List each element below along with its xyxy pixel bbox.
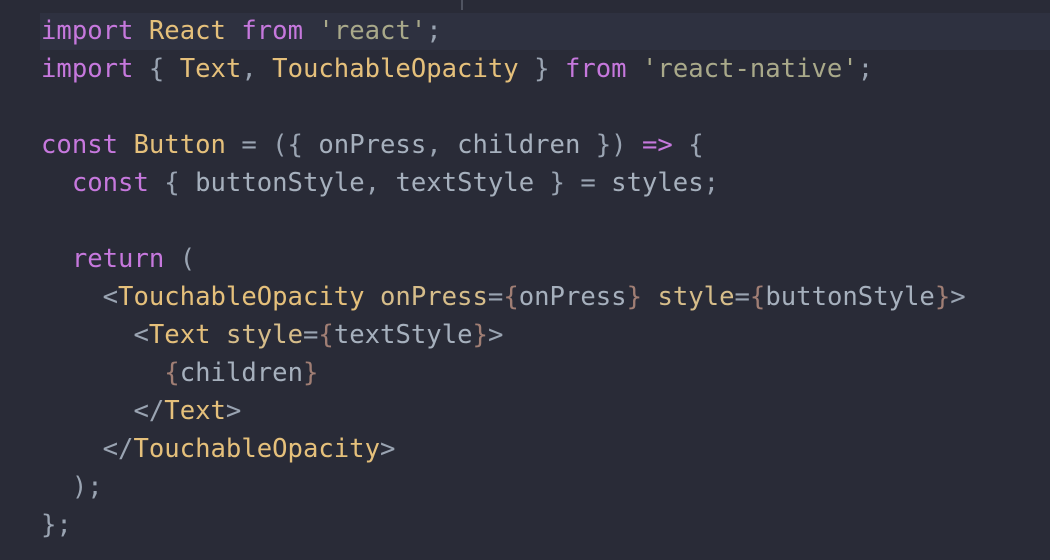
code-token: > [380, 434, 396, 464]
code-token: return [71, 244, 165, 274]
code-token: 'react-native' [642, 54, 858, 84]
code-token: { [503, 282, 519, 312]
code-token: style [657, 282, 735, 312]
code-token: Text [148, 320, 211, 350]
code-token: Button [133, 130, 226, 160]
scroll-marker [461, 0, 463, 10]
code-token: > [487, 320, 504, 350]
code-token: from [241, 16, 303, 46]
code-token: children [457, 130, 581, 160]
code-token: 'react' [318, 16, 427, 46]
code-token: buttonStyle [195, 168, 365, 198]
code-token: children [179, 358, 303, 388]
code-line[interactable]: <Text style={textStyle}> [41, 316, 503, 354]
code-token: = ({ [225, 130, 319, 160]
code-token: style [225, 320, 303, 350]
code-token: }) [580, 130, 642, 160]
code-token: < [41, 282, 119, 312]
code-token: textStyle [395, 168, 535, 198]
code-token: TouchableOpacity [272, 54, 519, 84]
code-token: } [518, 54, 565, 84]
code-token: } [934, 282, 951, 312]
code-token: Text [164, 396, 226, 426]
code-token: , [364, 168, 396, 198]
code-token: > [225, 396, 242, 426]
code-line[interactable]: ); [41, 468, 103, 506]
code-line[interactable]: </TouchableOpacity> [41, 430, 396, 468]
code-token: onPress [318, 130, 427, 160]
code-token: ; [426, 16, 442, 46]
code-token: ); [41, 472, 103, 502]
code-token: onPress [380, 282, 488, 312]
code-editor[interactable]: import React from 'react'; import { Text,… [0, 0, 1050, 560]
code-token: { [164, 358, 180, 388]
code-token: { [133, 54, 180, 84]
code-token: </ [41, 434, 134, 464]
code-token: }; [41, 510, 72, 540]
code-token: } [472, 320, 488, 350]
code-token: => [642, 130, 673, 160]
code-token: , [426, 130, 458, 160]
code-token: </ [41, 396, 165, 426]
code-line[interactable]: const Button = ({ onPress, children }) =… [41, 126, 704, 164]
code-token: { [672, 130, 704, 160]
code-line[interactable]: <TouchableOpacity onPress={onPress} styl… [41, 278, 966, 316]
code-token: > [950, 282, 966, 312]
code-line[interactable]: {children} [41, 354, 318, 392]
code-token: = [302, 320, 319, 350]
code-token: { [749, 282, 766, 312]
code-token: const [71, 168, 149, 198]
code-token: , [241, 54, 273, 84]
code-line[interactable]: const { buttonStyle, textStyle } = style… [41, 164, 719, 202]
code-line[interactable]: return ( [41, 240, 195, 278]
code-token: < [41, 320, 149, 350]
code-token: Text [179, 54, 242, 84]
code-token: React [148, 16, 226, 46]
code-token: textStyle [333, 320, 473, 350]
code-token: const [41, 130, 119, 160]
code-token: } [626, 282, 643, 312]
code-token: onPress [518, 282, 627, 312]
code-token: } [302, 358, 319, 388]
code-token: { [318, 320, 334, 350]
code-token: = [734, 282, 750, 312]
code-line[interactable]: import React from 'react'; [41, 12, 442, 50]
code-token: TouchableOpacity [133, 434, 380, 464]
code-token: TouchableOpacity [118, 282, 365, 312]
code-line[interactable]: import { Text, TouchableOpacity } from '… [41, 50, 873, 88]
code-token: import [41, 54, 134, 84]
code-line[interactable]: }; [41, 506, 72, 544]
code-token: buttonStyle [765, 282, 935, 312]
code-token: ; [857, 54, 874, 84]
code-token: = [487, 282, 504, 312]
code-token: ; [703, 168, 720, 198]
code-line[interactable]: </Text> [41, 392, 241, 430]
code-token: { [148, 168, 196, 198]
code-token: styles [611, 168, 704, 198]
code-token: } = [534, 168, 612, 198]
code-token: from [564, 54, 627, 84]
code-token: import [41, 16, 134, 46]
code-token: ( [164, 244, 196, 274]
